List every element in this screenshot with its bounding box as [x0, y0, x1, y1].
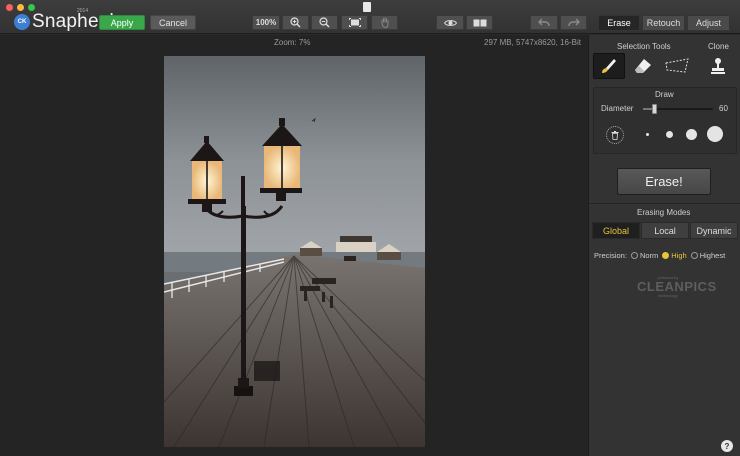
fit-screen-icon	[348, 18, 361, 27]
split-view-icon	[473, 19, 486, 26]
precision-label: Precision:	[594, 251, 627, 260]
erase-button[interactable]: Erase!	[617, 168, 711, 195]
brush-icon	[602, 59, 616, 73]
mode-local[interactable]: Local	[641, 222, 689, 239]
mode-global[interactable]: Global	[592, 222, 640, 239]
close-window-button[interactable]	[6, 4, 13, 11]
selection-tools-label: Selection Tools	[617, 42, 671, 51]
apply-button[interactable]: Apply	[99, 15, 145, 30]
precision-norm-radio[interactable]	[630, 252, 638, 259]
trash-icon	[611, 130, 619, 140]
precision-high-label[interactable]: High	[671, 251, 686, 260]
clone-stamp-icon	[711, 58, 725, 74]
precision-high-radio[interactable]	[662, 252, 670, 259]
zoom-percent-button[interactable]: 100%	[252, 15, 280, 30]
brush-size-medium[interactable]	[686, 129, 697, 140]
tab-erase[interactable]: Erase	[598, 15, 640, 31]
precision-norm-label[interactable]: Norm	[640, 251, 658, 260]
brush-size-large[interactable]	[707, 126, 723, 142]
draw-label: Draw	[655, 90, 674, 99]
undo-icon	[538, 18, 550, 27]
tab-retouch[interactable]: Retouch	[642, 15, 685, 31]
photo-pier-lamppost[interactable]	[164, 56, 425, 447]
tab-adjust[interactable]: Adjust	[687, 15, 730, 31]
snapheal-window: CK Snapheal 2014 Apply Cancel 100% Erase…	[0, 0, 740, 456]
toolbar: CK Snapheal 2014 Apply Cancel 100% Erase…	[0, 0, 740, 34]
logo-badge: CK	[14, 14, 30, 30]
zoom-window-button[interactable]	[28, 4, 35, 11]
split-view-button[interactable]	[466, 15, 493, 30]
cancel-button[interactable]: Cancel	[150, 15, 196, 30]
diameter-slider-handle[interactable]	[652, 104, 657, 114]
draw-settings-box: Draw Diameter 60	[593, 87, 737, 154]
eraser-tool-button[interactable]	[627, 53, 659, 79]
photo-image	[164, 56, 425, 447]
erase-panel: Selection Tools Clone Draw Diameter 60 E…	[588, 35, 740, 456]
zoom-out-icon	[319, 17, 330, 28]
erasing-modes-label: Erasing Modes	[637, 208, 691, 217]
clone-stamp-button[interactable]	[704, 53, 732, 79]
document-icon	[363, 2, 371, 12]
cleanpics-logo: powered by CLEANPICS technology	[637, 275, 717, 298]
cleanpics-name: CLEANPICS	[637, 279, 717, 294]
mode-dynamic[interactable]: Dynamic	[690, 222, 738, 239]
preview-button[interactable]	[436, 15, 464, 30]
minimize-window-button[interactable]	[17, 4, 24, 11]
redo-icon	[567, 18, 580, 27]
clear-selection-button[interactable]	[606, 126, 624, 144]
zoom-in-icon	[290, 17, 301, 28]
panel-divider	[589, 203, 740, 204]
precision-highest-label[interactable]: Highest	[700, 251, 725, 260]
clone-label: Clone	[708, 42, 729, 51]
lasso-tool-button[interactable]	[661, 53, 693, 79]
image-canvas[interactable]: Zoom: 7% 297 MB, 5747x8620, 16-Bit	[0, 35, 588, 456]
brush-size-small[interactable]	[666, 131, 673, 138]
lasso-icon	[665, 58, 689, 73]
diameter-slider[interactable]	[643, 104, 713, 114]
diameter-value: 60	[719, 104, 728, 113]
fit-screen-button[interactable]	[341, 15, 368, 30]
file-info-label: 297 MB, 5747x8620, 16-Bit	[484, 38, 581, 47]
diameter-label: Diameter	[601, 104, 634, 113]
precision-row: Precision: Norm High Highest	[594, 251, 725, 260]
app-year: 2014	[77, 8, 89, 14]
help-button[interactable]: ?	[721, 440, 733, 452]
eye-icon	[443, 19, 457, 26]
zoom-in-button[interactable]	[282, 15, 309, 30]
hand-tool-button[interactable]	[371, 15, 398, 30]
undo-button[interactable]	[530, 15, 558, 30]
redo-button[interactable]	[560, 15, 587, 30]
eraser-icon	[635, 59, 651, 73]
hand-icon	[381, 17, 388, 28]
precision-highest-radio[interactable]	[690, 252, 698, 259]
brush-size-tiny[interactable]	[646, 133, 649, 136]
brush-tool-button[interactable]	[593, 53, 625, 79]
zoom-out-button[interactable]	[311, 15, 338, 30]
zoom-level-label: Zoom: 7%	[274, 38, 311, 47]
